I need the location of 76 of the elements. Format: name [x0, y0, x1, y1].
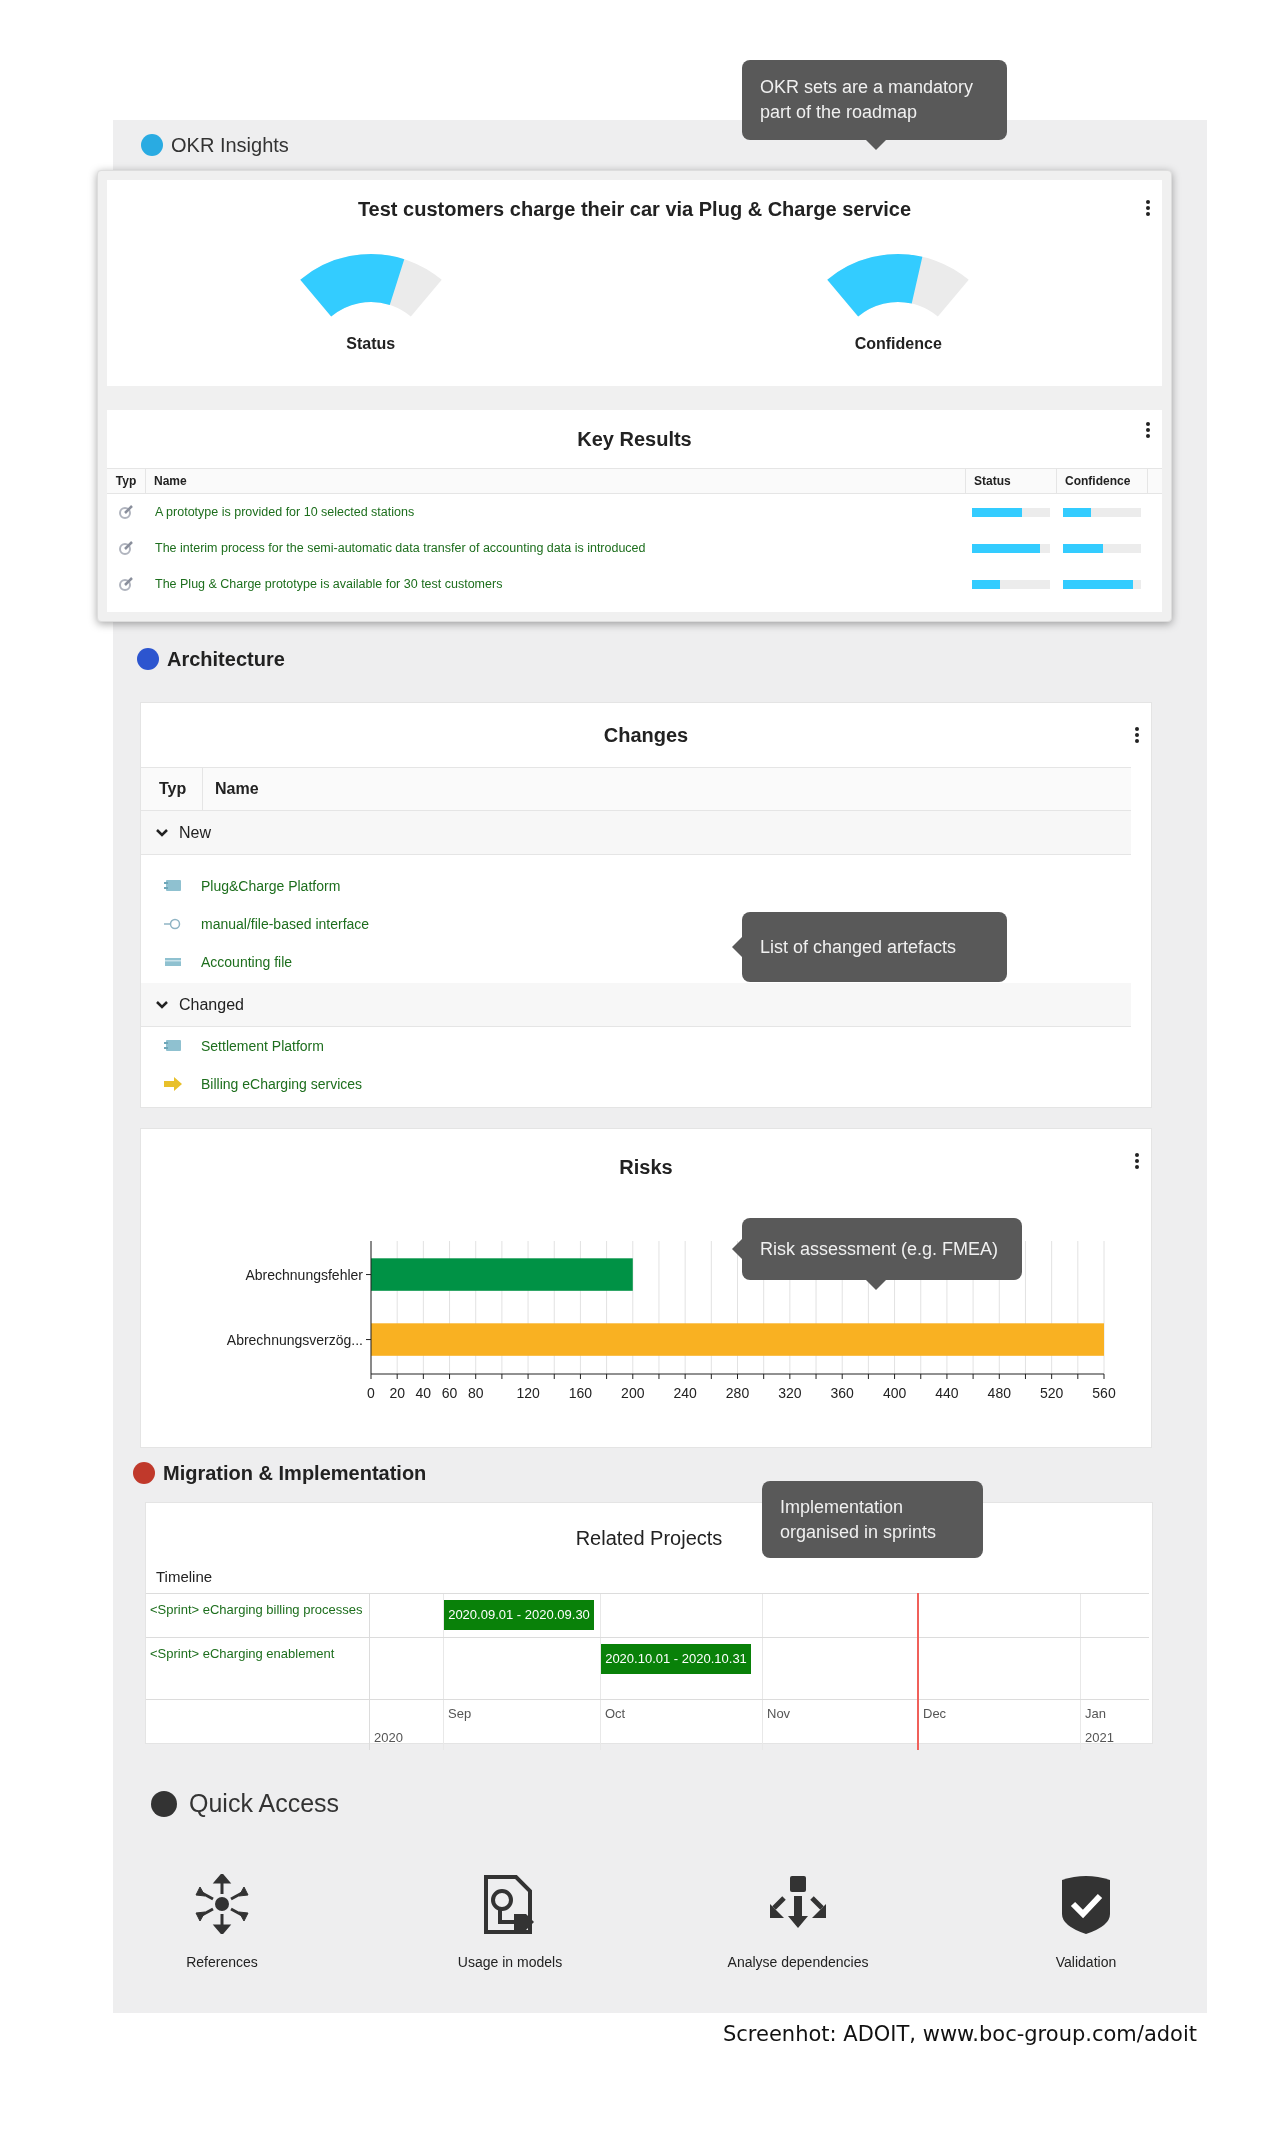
column-header: Typ — [141, 768, 203, 810]
artefact-link[interactable]: manual/file-based interface — [201, 913, 370, 935]
column-header: Confidence — [1056, 469, 1147, 493]
column-header: Status — [965, 469, 1056, 493]
month-label: Sep — [448, 1705, 472, 1723]
key-result-link[interactable]: A prototype is provided for 10 selected stations — [145, 502, 965, 522]
category-label: Abrechnungsfehler — [245, 1266, 363, 1283]
quick-access-button[interactable]: References — [78, 1874, 366, 1973]
tick-label: 160 — [568, 1385, 593, 1401]
column-header: Typ — [114, 473, 138, 490]
key-result-link[interactable]: The interim process for the semi-automatic data transfer of accounting data is introduced — [145, 538, 965, 558]
section-title: OKR Insights — [171, 133, 289, 158]
tick-label: 120 — [516, 1385, 540, 1401]
panel-title: Key Results — [576, 427, 693, 452]
tick-label: 320 — [778, 1385, 802, 1401]
panel-title: Changes — [603, 723, 689, 748]
tick-label: 400 — [882, 1385, 907, 1401]
interface-icon — [163, 916, 183, 932]
group-row[interactable]: New — [141, 811, 1131, 855]
pencil-icon — [118, 540, 134, 556]
panel-title: Related Projects — [575, 1526, 723, 1551]
artefact-link[interactable]: Settlement Platform — [201, 1035, 324, 1057]
year-label: 2021 — [1085, 1729, 1114, 1747]
caption: Screenhot: ADOIT, www.boc-group.com/adoit — [722, 2021, 1197, 2048]
sprint-link[interactable]: <Sprint> eCharging enablement — [146, 1638, 370, 1699]
tick-label: 20 — [389, 1385, 405, 1401]
year-label: 2020 — [374, 1729, 403, 1747]
group-row[interactable]: Changed — [141, 983, 1131, 1027]
pencil-icon — [118, 504, 134, 520]
month-label: Jan — [1085, 1705, 1106, 1723]
section-title: Migration & Implementation — [163, 1461, 427, 1486]
tick-label: 520 — [1039, 1385, 1064, 1401]
network-arrows-icon — [192, 1874, 252, 1934]
timeline-label: Timeline — [156, 1568, 213, 1585]
tick-label: 80 — [467, 1385, 484, 1401]
tick-label: 200 — [621, 1385, 645, 1401]
more-icon[interactable] — [1133, 1153, 1141, 1169]
more-icon[interactable] — [1144, 200, 1152, 216]
section-title: Quick Access — [189, 1788, 340, 1820]
artefact-link[interactable]: Accounting file — [201, 951, 293, 973]
tick-label: 280 — [725, 1385, 750, 1401]
artefact-link[interactable]: Billing eCharging services — [201, 1073, 363, 1095]
tick-label: 480 — [987, 1385, 1011, 1401]
tooltip: Implementation organised in sprints — [762, 1481, 983, 1558]
artefact-link[interactable]: Plug&Charge Platform — [201, 875, 341, 897]
month-label: Dec — [923, 1705, 947, 1723]
quick-access-button[interactable]: Usage in models — [366, 1874, 654, 1973]
category-label: Abrechnungsverzög... — [226, 1331, 363, 1348]
month-label: Oct — [605, 1705, 626, 1723]
tick-label: 560 — [1092, 1385, 1116, 1401]
gauge-label: Status — [346, 334, 396, 354]
column-header: Name — [214, 779, 260, 799]
month-label: Nov — [767, 1705, 791, 1723]
section-title: Architecture — [167, 647, 285, 672]
gauge-label: Confidence — [854, 334, 942, 354]
objective-title: Test customers charge their car via Plug & Charge service — [356, 197, 913, 222]
tick-label: 440 — [935, 1385, 959, 1401]
panel-title: Risks — [619, 1155, 673, 1180]
tick-label: 0 — [367, 1385, 375, 1401]
quick-access-button[interactable]: Analyse dependencies — [654, 1874, 942, 1973]
component-icon — [163, 878, 183, 894]
quick-access-button[interactable]: Validation — [942, 1874, 1230, 1973]
more-icon[interactable] — [1144, 422, 1152, 438]
arrow-icon — [163, 1076, 183, 1092]
column-header: Name — [145, 469, 965, 493]
component-icon — [163, 1038, 183, 1054]
key-result-link[interactable]: The Plug & Charge prototype is available for 30 test customers — [145, 574, 965, 594]
pencil-icon — [118, 576, 134, 592]
sprint-link[interactable]: <Sprint> eCharging billing processes — [146, 1594, 370, 1637]
tick-label: 40 — [415, 1385, 432, 1401]
sprint-bar[interactable]: 2020.09.01 - 2020.09.30 — [444, 1600, 594, 1630]
more-icon[interactable] — [1133, 727, 1141, 743]
tick-label: 60 — [441, 1385, 458, 1401]
tick-label: 360 — [830, 1385, 854, 1401]
sprint-bar[interactable]: 2020.10.01 - 2020.10.31 — [601, 1644, 751, 1674]
tick-label: 240 — [673, 1385, 697, 1401]
